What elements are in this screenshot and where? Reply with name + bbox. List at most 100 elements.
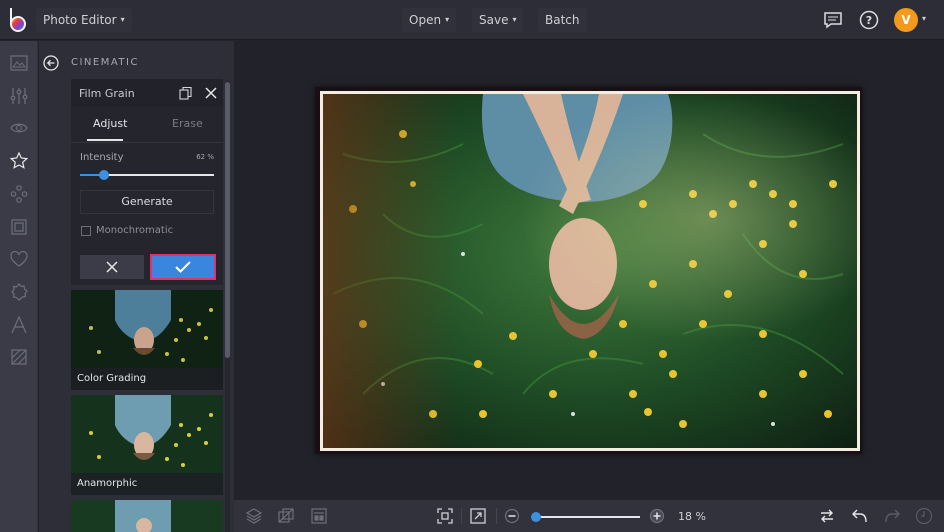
effect-thumbnail-partial[interactable]: [71, 500, 223, 532]
undo-icon: [852, 509, 867, 523]
badge-icon: [11, 283, 28, 301]
tab-adjust[interactable]: Adjust: [93, 117, 127, 130]
layers-icon: [246, 508, 262, 524]
hatch-icon: [11, 349, 27, 365]
sliders-icon: [10, 88, 28, 104]
chevron-down-icon: ▾: [512, 15, 517, 24]
graphics-icon: [10, 185, 28, 203]
edited-photo[interactable]: [323, 94, 857, 448]
batch-label: Batch: [545, 13, 580, 27]
text-icon: [11, 316, 27, 334]
redo-icon: [885, 509, 900, 523]
thumbnail-image: [71, 500, 223, 532]
save-menu[interactable]: Save ▾: [472, 8, 524, 32]
undo-button[interactable]: [851, 507, 869, 525]
compare-icon: [278, 508, 294, 523]
help-icon: ?: [859, 10, 879, 30]
actual-size-button[interactable]: [469, 507, 487, 525]
history-button[interactable]: [915, 507, 933, 525]
zoom-slider-track: [532, 516, 640, 518]
fit-screen-icon: [437, 508, 453, 524]
rail-item-graphics[interactable]: [7, 182, 31, 206]
layout-icon: [311, 508, 327, 524]
bottom-toolbar: 18 %: [234, 500, 944, 532]
generate-button[interactable]: Generate: [80, 190, 214, 214]
zoom-in-icon: [649, 508, 665, 524]
panel-scrollbar-thumb[interactable]: [225, 82, 230, 358]
rail-item-overlays[interactable]: [7, 247, 31, 271]
rail-item-image[interactable]: [7, 51, 31, 75]
monochromatic-checkbox[interactable]: Monochromatic: [81, 225, 173, 236]
thumbnail-label: Anamorphic: [71, 473, 223, 495]
checkbox[interactable]: [81, 225, 91, 236]
film-grain-settings: Film Grain Adjust Erase Intensity 62 % G…: [71, 79, 223, 285]
active-tab-indicator: [87, 139, 123, 141]
separator: [496, 508, 497, 524]
photo-frame: [315, 87, 862, 454]
effect-title: Film Grain: [79, 87, 135, 100]
image-icon: [10, 55, 28, 71]
user-avatar[interactable]: V: [894, 8, 918, 32]
befunky-logo-icon[interactable]: [6, 6, 32, 34]
rail-item-frames[interactable]: [7, 215, 31, 239]
redo-button[interactable]: [883, 507, 901, 525]
rail-item-effects[interactable]: [7, 149, 31, 173]
rail-item-textures[interactable]: [7, 280, 31, 304]
comments-button[interactable]: [821, 8, 845, 32]
copy-icon[interactable]: [179, 86, 193, 100]
effect-thumbnail-anamorphic[interactable]: Anamorphic: [71, 395, 223, 495]
chevron-down-icon: ▾: [120, 15, 125, 24]
rail-item-adjust[interactable]: [7, 84, 31, 108]
layers-button[interactable]: [245, 507, 263, 525]
open-menu[interactable]: Open ▾: [402, 8, 457, 32]
zoom-in-button[interactable]: [648, 507, 666, 525]
photo-border: [320, 91, 860, 451]
intensity-slider[interactable]: [80, 168, 214, 182]
section-title: CINEMATIC: [71, 57, 139, 68]
photo-image: [323, 94, 857, 448]
separator: [461, 508, 462, 524]
intensity-label: Intensity: [80, 152, 124, 163]
compare-button[interactable]: [277, 507, 295, 525]
thumbnail-label: Color Grading: [71, 368, 223, 390]
close-icon[interactable]: [204, 86, 218, 100]
chevron-down-icon[interactable]: ▾: [922, 14, 926, 23]
fit-to-screen-button[interactable]: [436, 507, 454, 525]
svg-text:?: ?: [866, 14, 872, 27]
canvas-area: [234, 41, 944, 500]
back-arrow-icon[interactable]: [43, 55, 59, 71]
zoom-slider-handle[interactable]: [531, 512, 542, 522]
layout-button[interactable]: [310, 507, 328, 525]
intensity-value: 62 %: [196, 153, 214, 161]
zoom-out-icon: [504, 508, 520, 524]
swap-button[interactable]: [818, 507, 836, 525]
expand-icon: [470, 508, 486, 524]
star-icon: [10, 152, 28, 169]
history-icon: [915, 507, 933, 525]
zoom-slider[interactable]: [531, 510, 640, 522]
help-button[interactable]: ?: [857, 8, 881, 32]
divider: [71, 142, 223, 143]
effects-panel: CINEMATIC Film Grain Adjust Erase Intens…: [39, 41, 234, 532]
tool-rail: [0, 41, 38, 532]
effect-thumbnail-color-grading[interactable]: Color Grading: [71, 290, 223, 390]
frame-icon: [11, 219, 27, 235]
zoom-out-button[interactable]: [503, 507, 521, 525]
tab-erase[interactable]: Erase: [172, 117, 203, 130]
rail-item-text[interactable]: [7, 313, 31, 337]
swap-icon: [821, 509, 833, 523]
monochromatic-label: Monochromatic: [96, 225, 174, 236]
photo-editor-menu[interactable]: Photo Editor ▾: [36, 8, 132, 32]
cancel-button[interactable]: [80, 255, 144, 279]
rail-item-backgrounds[interactable]: [7, 345, 31, 369]
photo-editor-label: Photo Editor: [43, 13, 117, 27]
chevron-down-icon: ▾: [445, 15, 450, 24]
checkmark-icon: [175, 261, 191, 273]
rail-item-touch-up[interactable]: [7, 116, 31, 140]
save-label: Save: [479, 13, 509, 27]
batch-button[interactable]: Batch: [538, 8, 587, 32]
close-icon: [106, 261, 118, 273]
apply-button[interactable]: [150, 254, 216, 280]
zoom-value: 18 %: [678, 510, 706, 523]
slider-handle[interactable]: [99, 170, 110, 180]
